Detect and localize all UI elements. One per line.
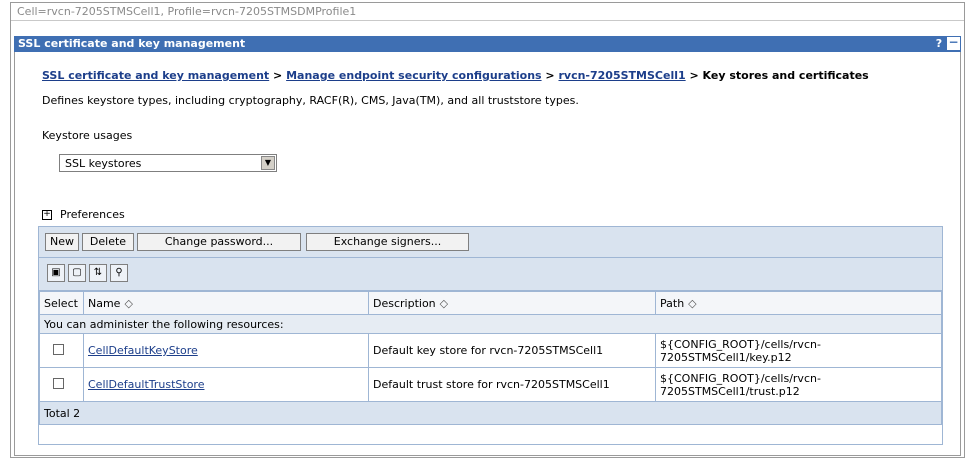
exchange-signers-button[interactable]: Exchange signers...	[306, 233, 469, 251]
console-frame: Cell=rvcn-7205STMSCell1, Profile=rvcn-72…	[10, 2, 965, 458]
resources-note-row: You can administer the following resourc…	[39, 314, 942, 334]
breadcrumb-endpoint-security[interactable]: Manage endpoint security configurations	[286, 69, 541, 82]
total-row: Total 2	[39, 401, 942, 425]
column-header-select: Select	[39, 291, 84, 315]
table-row: CellDefaultKeyStore Default key store fo…	[39, 333, 942, 368]
breadcrumb-separator: >	[545, 69, 555, 82]
breadcrumb-separator: >	[689, 69, 699, 82]
help-icon[interactable]: ?	[933, 37, 945, 50]
keystore-link[interactable]: CellDefaultTrustStore	[88, 378, 204, 391]
keystore-usages-select[interactable]: SSL keystores ▼	[59, 154, 277, 172]
preferences-label: Preferences	[60, 208, 125, 221]
breadcrumb-ssl-management[interactable]: SSL certificate and key management	[42, 69, 269, 82]
clear-filter-icon[interactable]: ⚲	[110, 264, 128, 282]
breadcrumb-current: Key stores and certificates	[702, 69, 869, 82]
page-description: Defines keystore types, including crypto…	[42, 94, 579, 107]
row-checkbox[interactable]	[53, 377, 64, 389]
sort-icon[interactable]: ◇	[124, 297, 132, 310]
breadcrumb-separator: >	[273, 69, 283, 82]
delete-button[interactable]: Delete	[82, 233, 134, 251]
chevron-down-icon[interactable]: ▼	[261, 156, 275, 170]
table-icon-toolbar: ▣ ▢ ⇅ ⚲	[39, 258, 942, 291]
deselect-all-icon[interactable]: ▢	[68, 264, 86, 282]
column-header-name[interactable]: Name ◇	[83, 291, 369, 315]
portlet-title: SSL certificate and key management	[18, 37, 246, 50]
keystore-collection: New Delete Change password... Exchange s…	[38, 226, 943, 445]
column-header-description[interactable]: Description ◇	[368, 291, 656, 315]
keystore-link[interactable]: CellDefaultKeyStore	[88, 344, 198, 357]
row-path: ${CONFIG_ROOT}/cells/rvcn- 7205STMSCell1/…	[655, 333, 942, 368]
breadcrumb: SSL certificate and key management > Man…	[42, 69, 869, 82]
preferences-toggle[interactable]: + Preferences	[42, 208, 125, 221]
expand-icon[interactable]: +	[42, 209, 52, 220]
minimize-icon[interactable]: −	[947, 36, 960, 50]
total-count: Total 2	[39, 401, 942, 425]
row-path: ${CONFIG_ROOT}/cells/rvcn- 7205STMSCell1/…	[655, 367, 942, 402]
select-all-icon[interactable]: ▣	[47, 264, 65, 282]
cell-profile-bar: Cell=rvcn-7205STMSCell1, Profile=rvcn-72…	[11, 3, 964, 21]
breadcrumb-cell[interactable]: rvcn-7205STMSCell1	[558, 69, 685, 82]
portlet-title-bar: SSL certificate and key management ? −	[14, 36, 961, 52]
row-description: Default key store for rvcn-7205STMSCell1	[368, 333, 656, 368]
row-checkbox[interactable]	[53, 343, 64, 355]
keystore-usages-value: SSL keystores	[65, 157, 142, 170]
keystore-table: Select Name ◇ Description ◇ Path ◇ You can …	[39, 291, 942, 425]
show-filter-icon[interactable]: ⇅	[89, 264, 107, 282]
portlet-content: SSL certificate and key management > Man…	[14, 52, 961, 456]
change-password-button[interactable]: Change password...	[137, 233, 301, 251]
sort-icon[interactable]: ◇	[440, 297, 448, 310]
column-header-path[interactable]: Path ◇	[655, 291, 942, 315]
resources-note: You can administer the following resourc…	[39, 314, 942, 334]
button-toolbar: New Delete Change password... Exchange s…	[39, 227, 942, 258]
table-header-row: Select Name ◇ Description ◇ Path ◇	[39, 291, 942, 315]
table-row: CellDefaultTrustStore Default trust stor…	[39, 367, 942, 402]
keystore-usages-label: Keystore usages	[42, 129, 133, 142]
row-description: Default trust store for rvcn-7205STMSCel…	[368, 367, 656, 402]
sort-icon[interactable]: ◇	[688, 297, 696, 310]
new-button[interactable]: New	[45, 233, 79, 251]
